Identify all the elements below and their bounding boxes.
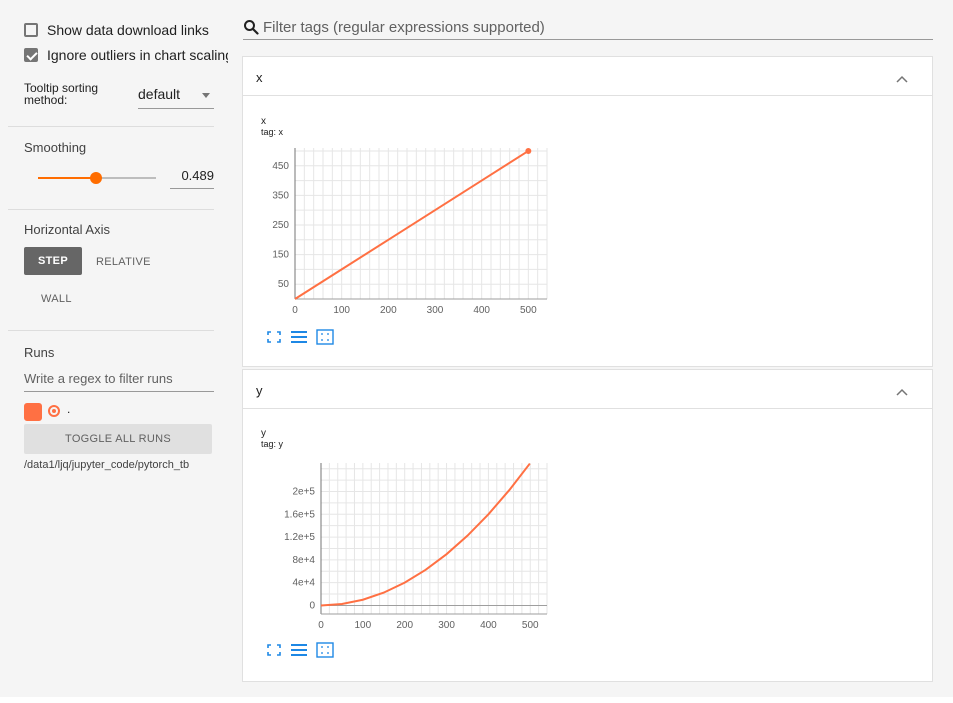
x-tick-label: 100 [333, 305, 350, 316]
y-tick-label: 8e+4 [292, 555, 315, 566]
run-row[interactable] [24, 403, 51, 421]
axis-relative-button[interactable]: RELATIVE [96, 256, 151, 268]
divider [8, 209, 214, 210]
sidebar: Show data download links Ignore outliers… [0, 0, 232, 703]
ignore-outliers-label: Ignore outliers in chart scaling [47, 47, 228, 63]
tag-filter-input[interactable]: Filter tags (regular expressions support… [243, 15, 933, 40]
show-download-links-label: Show data download links [47, 22, 209, 38]
chart-x[interactable]: 0 100 200 300 400 500 50 150 250 350 450 [257, 139, 557, 329]
y-tick-label: 1.2e+5 [284, 532, 315, 543]
toggle-all-runs-button[interactable]: TOGGLE ALL RUNS [24, 424, 212, 454]
tooltip-sorting-label: Tooltip sorting method: [24, 81, 99, 107]
dropdown-caret-icon [202, 93, 210, 98]
smoothing-slider-filled-track[interactable] [38, 177, 96, 179]
smoothing-slider-track[interactable] [96, 177, 156, 179]
x-tick-label: 500 [520, 305, 537, 316]
x-tick-label: 0 [292, 305, 298, 316]
divider [8, 330, 214, 331]
show-download-links-toggle[interactable]: Show data download links [24, 22, 209, 38]
card-title: y [256, 383, 263, 398]
y-tick-label: 4e+4 [292, 578, 315, 589]
checkbox-checked-icon[interactable] [24, 48, 38, 62]
fullscreen-icon[interactable] [266, 643, 282, 657]
run-color-radio-icon[interactable] [48, 405, 60, 417]
y-tick-label: 150 [272, 250, 289, 261]
x-tick-label: 400 [473, 305, 490, 316]
x-tick-label: 400 [480, 620, 497, 631]
y-tick-label: 50 [278, 279, 290, 290]
search-icon [244, 20, 259, 35]
series-point [525, 147, 532, 154]
card-y: y y tag: y 0 100 200 300 400 500 0 4e+4 8e+4 1.2e… [242, 369, 933, 682]
chart-tag: tag: x [261, 127, 284, 137]
card-header[interactable]: y [243, 370, 932, 409]
run-name: . [67, 402, 71, 416]
x-tick-label: 500 [522, 620, 539, 631]
smoothing-slider-knob[interactable] [90, 172, 102, 184]
y-tick-label: 450 [272, 161, 289, 172]
horizontal-axis-label: Horizontal Axis [24, 222, 110, 237]
ignore-outliers-toggle[interactable]: Ignore outliers in chart scaling [24, 47, 228, 63]
run-checkbox-icon[interactable] [24, 403, 42, 421]
x-tick-label: 0 [318, 620, 324, 631]
y-tick-label: 1.6e+5 [284, 509, 315, 520]
grid [294, 148, 548, 300]
card-x: x x tag: x 0 100 200 300 400 500 50 150 250 350 45… [242, 56, 933, 367]
chevron-up-icon[interactable] [896, 384, 908, 399]
chevron-up-icon[interactable] [896, 71, 908, 86]
tooltip-sorting-select[interactable]: default [138, 86, 214, 109]
x-tick-label: 300 [427, 305, 444, 316]
chart-toolbar [266, 329, 334, 345]
runs-filter-input[interactable]: Write a regex to filter runs [24, 371, 214, 392]
x-tick-label: 100 [355, 620, 372, 631]
y-tick-label: 0 [309, 600, 315, 611]
smoothing-label: Smoothing [24, 140, 87, 155]
tooltip-sorting-value: default [138, 86, 181, 102]
chart-toolbar [266, 642, 334, 658]
chart-y[interactable]: 0 100 200 300 400 500 0 4e+4 8e+4 1.2e+5 1.6e+5 2e+… [257, 452, 557, 632]
y-tick-label: 250 [272, 220, 289, 231]
chart-title: x [261, 116, 266, 127]
series-line [320, 462, 531, 607]
fit-domain-icon[interactable] [316, 329, 334, 345]
runs-label: Runs [24, 345, 55, 360]
fullscreen-icon[interactable] [266, 330, 282, 344]
fit-domain-icon[interactable] [316, 642, 334, 658]
toggle-log-scale-icon[interactable] [290, 330, 308, 344]
axis-wall-button[interactable]: WALL [41, 293, 72, 305]
chart-tag: tag: y [261, 439, 284, 449]
x-tick-label: 200 [396, 620, 413, 631]
x-tick-label: 200 [380, 305, 397, 316]
card-header[interactable]: x [243, 57, 932, 96]
y-tick-label: 2e+5 [292, 486, 315, 497]
smoothing-value-input[interactable]: 0.489 [170, 168, 214, 189]
x-tick-label: 300 [438, 620, 455, 631]
divider [8, 126, 214, 127]
run-path-text: /data1/ljq/jupyter_code/pytorch_tb [24, 459, 190, 471]
checkbox-unchecked-icon[interactable] [24, 23, 38, 37]
tag-filter-placeholder: Filter tags (regular expressions support… [263, 18, 545, 36]
y-tick-label: 350 [272, 190, 289, 201]
toggle-log-scale-icon[interactable] [290, 643, 308, 657]
footer-strip [0, 697, 953, 703]
card-title: x [256, 70, 263, 85]
chart-title: y [261, 428, 266, 439]
axis-step-button[interactable]: STEP [24, 247, 82, 275]
